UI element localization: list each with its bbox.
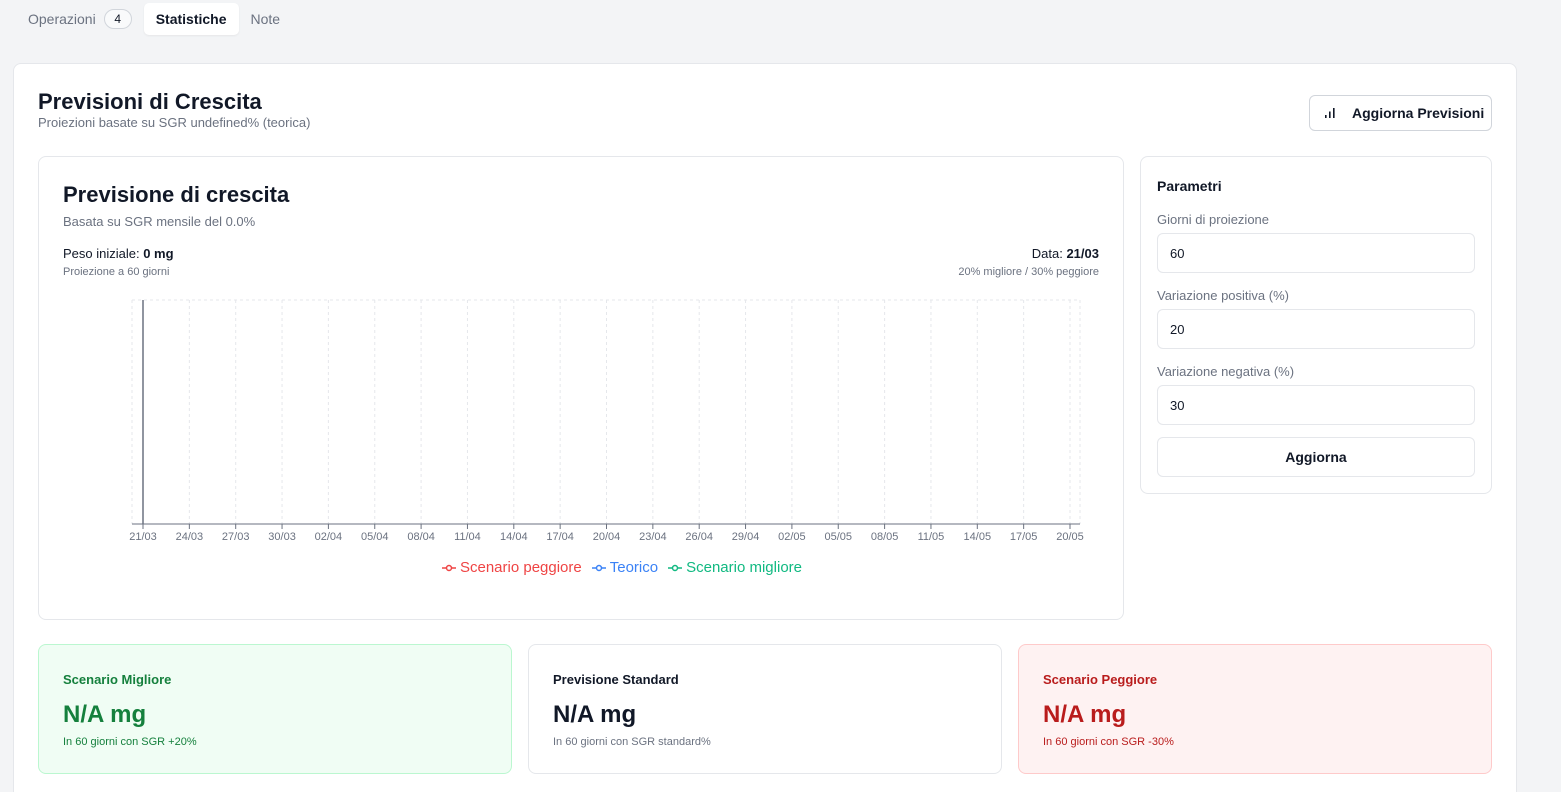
worst-scenario-value: N/A mg <box>1043 701 1127 728</box>
legend-line-icon <box>441 564 456 571</box>
x-tick-label: 02/05 <box>778 531 806 543</box>
chart-legend: Scenario peggiore Teorico Scenario miglior… <box>39 559 1125 576</box>
standard-forecast-value: N/A mg <box>553 701 637 728</box>
x-tick-label: 14/05 <box>964 531 992 543</box>
best-scenario-title: Scenario Migliore <box>63 672 172 687</box>
parameters-panel: Parametri Giorni di proiezione Variazion… <box>1140 156 1492 494</box>
projection-days-label: Giorni di proiezione <box>1157 212 1270 227</box>
tab-note-label: Note <box>250 11 281 27</box>
positive-variation-input[interactable] <box>1157 309 1475 349</box>
best-scenario-value: N/A mg <box>63 701 147 728</box>
x-tick-label: 30/03 <box>268 531 296 543</box>
best-scenario-card: Scenario Migliore N/A mg In 60 giorni co… <box>38 644 512 774</box>
legend-item[interactable]: Scenario migliore <box>668 559 802 576</box>
legend-label: Teorico <box>609 559 659 576</box>
growth-chart-card: Previsione di crescita Basata su SGR men… <box>38 156 1124 620</box>
x-tick-label: 20/05 <box>1056 531 1084 543</box>
x-tick-label: 21/03 <box>129 531 157 543</box>
operations-count-badge: 4 <box>103 9 132 29</box>
x-tick-label: 26/04 <box>685 531 713 543</box>
tab-note[interactable]: Note <box>239 3 293 35</box>
worst-scenario-title: Scenario Peggiore <box>1043 672 1158 687</box>
tab-operazioni-label: Operazioni <box>28 11 96 27</box>
x-tick-label: 17/05 <box>1010 531 1038 543</box>
x-tick-label: 11/04 <box>454 531 481 543</box>
standard-forecast-title: Previsione Standard <box>553 672 679 687</box>
refresh-forecast-label: Aggiorna Previsioni <box>1352 105 1485 121</box>
x-tick-label: 08/04 <box>407 531 435 543</box>
x-tick-label: 23/04 <box>639 531 667 543</box>
tab-operazioni[interactable]: Operazioni 4 <box>16 3 144 35</box>
standard-forecast-desc: In 60 giorni con SGR standard% <box>553 736 711 748</box>
negative-variation-input[interactable] <box>1157 385 1475 425</box>
page-subtitle: Proiezioni basate su SGR undefined% (teo… <box>38 115 311 130</box>
x-tick-label: 05/04 <box>361 531 389 543</box>
standard-forecast-card: Previsione Standard N/A mg In 60 giorni … <box>528 644 1002 774</box>
positive-variation-label: Variazione positiva (%) <box>1157 288 1289 303</box>
x-tick-label: 20/04 <box>593 531 621 543</box>
x-tick-label: 14/04 <box>500 531 528 543</box>
x-tick-label: 05/05 <box>824 531 852 543</box>
legend-line-icon <box>591 564 606 571</box>
legend-item[interactable]: Teorico <box>591 559 659 576</box>
legend-label: Scenario migliore <box>686 559 802 576</box>
worst-scenario-card: Scenario Peggiore N/A mg In 60 giorni co… <box>1018 644 1492 774</box>
x-tick-label: 27/03 <box>222 531 250 543</box>
refresh-forecast-button[interactable]: Aggiorna Previsioni <box>1309 95 1492 131</box>
tab-statistiche[interactable]: Statistiche <box>143 3 239 35</box>
x-tick-label: 11/05 <box>918 531 945 543</box>
parameters-title: Parametri <box>1157 178 1222 194</box>
x-tick-label: 02/04 <box>315 531 343 543</box>
page-title: Previsioni di Crescita <box>38 89 262 114</box>
projection-days-input[interactable] <box>1157 233 1475 273</box>
negative-variation-label: Variazione negativa (%) <box>1157 364 1295 379</box>
x-tick-label: 17/04 <box>546 531 574 543</box>
best-scenario-desc: In 60 giorni con SGR +20% <box>63 736 197 748</box>
worst-scenario-desc: In 60 giorni con SGR -30% <box>1043 736 1174 748</box>
bar-chart-icon <box>1325 108 1335 118</box>
x-tick-label: 24/03 <box>176 531 204 543</box>
legend-item[interactable]: Scenario peggiore <box>441 559 582 576</box>
x-tick-label: 29/04 <box>732 531 760 543</box>
legend-label: Scenario peggiore <box>459 559 582 576</box>
legend-line-icon <box>668 564 683 571</box>
apply-parameters-button[interactable]: Aggiorna <box>1157 437 1475 477</box>
x-tick-label: 08/05 <box>871 531 899 543</box>
growth-line-chart: 21/03 24/03 27/03 30/03 02/04 05/04 08/04 11/04… <box>129 299 1084 543</box>
tab-bar: Operazioni 4 Statistiche Note <box>14 3 295 35</box>
tab-statistiche-label: Statistiche <box>155 11 227 27</box>
